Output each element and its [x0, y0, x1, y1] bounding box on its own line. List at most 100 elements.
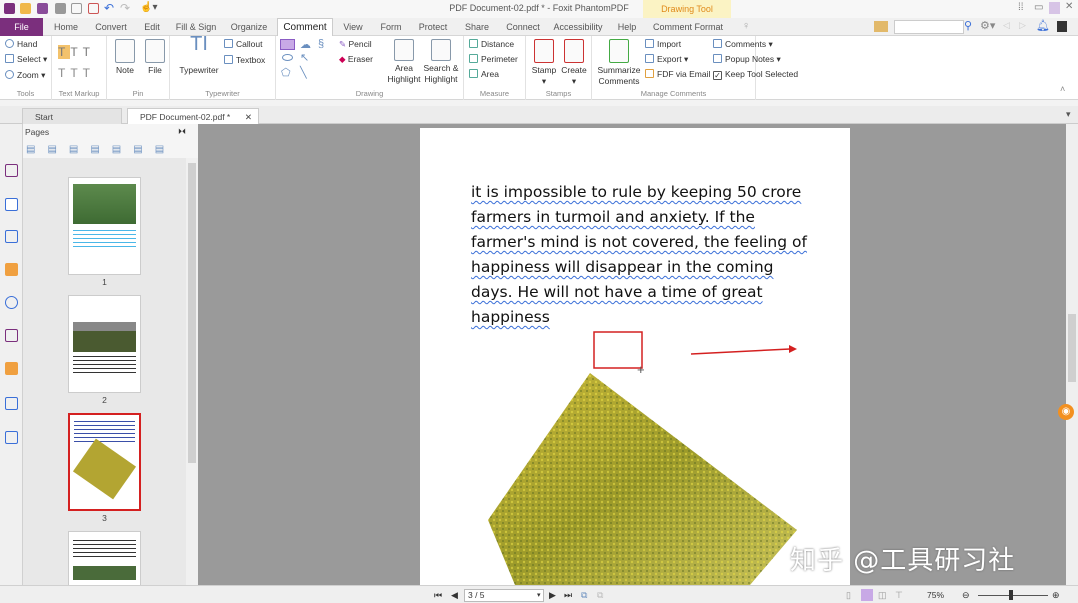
tab-help[interactable]: Help — [612, 18, 642, 36]
close-tab-icon[interactable]: ✕ — [245, 109, 252, 125]
page-tools-toolbar[interactable]: ▤▤▤▤▤▤▤ — [26, 144, 176, 155]
page-thumbnail-3-selected[interactable] — [68, 413, 141, 511]
select-button[interactable]: Select ▾ — [5, 54, 47, 65]
next-page-button[interactable]: ▶ — [549, 590, 556, 601]
zoom-in-button[interactable]: ⊕ — [1052, 590, 1060, 601]
tab-view[interactable]: View — [338, 18, 368, 36]
tab-pdf-document[interactable]: PDF Document-02.pdf * ✕ — [127, 108, 259, 124]
security-lock-icon[interactable] — [5, 362, 18, 375]
tab-home[interactable]: Home — [48, 18, 84, 36]
tab-share[interactable]: Share — [459, 18, 495, 36]
user-icon[interactable] — [1057, 21, 1067, 32]
polyline-tool-icon[interactable]: § — [318, 38, 324, 50]
content-icon[interactable] — [5, 397, 18, 410]
export-button[interactable]: Export ▾ — [645, 54, 688, 65]
tab-file[interactable]: File — [0, 18, 43, 36]
polygon-tool-icon[interactable]: ⬠ — [281, 66, 291, 79]
area-button[interactable]: Area — [469, 69, 499, 79]
search-input[interactable] — [894, 20, 964, 34]
textbox-button[interactable]: Textbox — [224, 55, 265, 65]
find-folder-icon[interactable] — [874, 21, 888, 32]
comments-dropdown[interactable]: Comments ▾ — [713, 39, 773, 50]
zoom-slider[interactable] — [978, 595, 1048, 596]
page-thumbnail-1[interactable] — [68, 177, 141, 275]
tab-comment[interactable]: Comment — [277, 18, 333, 36]
tab-connect[interactable]: Connect — [501, 18, 545, 36]
back-icon[interactable]: ◁ — [1003, 20, 1010, 31]
collapse-ribbon-icon[interactable]: ˄ — [1060, 84, 1065, 94]
last-page-button[interactable]: ⏭ — [564, 590, 572, 601]
zoom-slider-handle[interactable] — [1009, 590, 1013, 600]
tab-form[interactable]: Form — [374, 18, 408, 36]
typewriter-button[interactable]: TI Typewriter — [176, 34, 222, 76]
fdf-email-button[interactable]: FDF via Email — [645, 69, 710, 79]
attachments-icon[interactable] — [5, 296, 18, 309]
tab-comment-format[interactable]: Comment Format — [648, 18, 728, 36]
line-tool-icon[interactable]: ╲ — [300, 66, 307, 79]
popup-notes-dropdown[interactable]: Popup Notes ▾ — [713, 54, 781, 65]
lightbulb-icon[interactable]: ♀ — [742, 20, 750, 32]
first-page-button[interactable]: ⏮ — [434, 590, 442, 601]
rectangle-tool-icon[interactable] — [280, 39, 295, 50]
search-highlight-button[interactable]: Search & Highlight — [421, 39, 461, 85]
tab-edit[interactable]: Edit — [138, 18, 166, 36]
note-button[interactable]: Note — [113, 39, 137, 76]
tab-protect[interactable]: Protect — [413, 18, 453, 36]
previous-view-icon[interactable]: ⧉ — [581, 590, 587, 601]
page-dropdown-icon[interactable]: ▾ — [537, 591, 541, 599]
tab-convert[interactable]: Convert — [90, 18, 132, 36]
distance-button[interactable]: Distance — [469, 39, 514, 49]
signatures-icon[interactable] — [5, 329, 18, 342]
viewer-scrollbar[interactable]: ◉ — [1058, 124, 1078, 585]
rectangle-annotation[interactable] — [593, 331, 643, 369]
zoom-out-button[interactable]: ⊖ — [962, 590, 970, 601]
zoom-level[interactable]: 75% — [927, 590, 944, 600]
summarize-comments-button[interactable]: Summarize Comments — [596, 39, 642, 87]
zoom-button[interactable]: Zoom ▾ — [5, 70, 45, 81]
comments-panel-icon[interactable] — [5, 263, 18, 276]
perimeter-button[interactable]: Perimeter — [469, 54, 518, 64]
pencil-button[interactable]: ✎ Pencil — [339, 39, 372, 50]
notification-icon[interactable]: 🔔︎ — [1036, 19, 1050, 32]
tab-organize[interactable]: Organize — [226, 18, 272, 36]
callout-button[interactable]: Callout — [224, 39, 262, 49]
arrow-annotation[interactable] — [690, 348, 791, 355]
eraser-button[interactable]: ◆ Eraser — [339, 54, 373, 65]
squiggly-replace-insert-icons[interactable]: TTT — [58, 66, 95, 80]
continuous-page-icon[interactable] — [861, 589, 873, 601]
file-button[interactable]: File — [143, 39, 167, 76]
import-button[interactable]: Import — [645, 39, 681, 49]
tab-start[interactable]: Start — [22, 108, 122, 124]
close-icon[interactable]: ✕ — [1065, 1, 1073, 12]
next-view-icon[interactable]: ⧉ — [597, 590, 603, 601]
settings-icon[interactable]: ⚙▾ — [980, 19, 995, 32]
assistant-bubble-icon[interactable]: ◉ — [1058, 404, 1074, 420]
stamp-button[interactable]: Stamp ▾ — [530, 39, 558, 87]
oval-tool-icon[interactable] — [282, 54, 293, 61]
forward-icon[interactable]: ▷ — [1019, 20, 1026, 31]
facing-pages-icon[interactable]: ◫ — [878, 590, 887, 601]
highlight-strike-underline-icons[interactable]: TTT — [58, 45, 95, 59]
keep-tool-selected-checkbox[interactable]: ✓ Keep Tool Selected — [713, 69, 798, 80]
cloud-tool-icon[interactable]: ☁︎ — [300, 38, 311, 51]
layout-icon[interactable]: ⁞⁞ — [1018, 2, 1024, 13]
thumbnail-scrollbar[interactable] — [186, 158, 198, 585]
pages-icon[interactable] — [5, 198, 18, 211]
layers-icon[interactable] — [5, 230, 18, 243]
tab-list-icon[interactable]: ▾ — [1066, 109, 1071, 120]
page-thumbnail-4[interactable] — [68, 531, 141, 585]
hand-button[interactable]: Hand — [5, 39, 37, 49]
create-stamp-button[interactable]: Create ▾ — [560, 39, 588, 87]
tab-accessibility[interactable]: Accessibility — [552, 18, 604, 36]
arrow-tool-icon[interactable]: ↖ — [300, 51, 309, 64]
tags-icon[interactable] — [5, 431, 18, 444]
previous-page-button[interactable]: ◀ — [451, 590, 458, 601]
panel-options-icon[interactable]: ⏵⏴ — [178, 127, 186, 137]
restore-icon[interactable] — [1049, 2, 1060, 14]
page-number-input[interactable]: 3 / 5 — [464, 589, 544, 602]
single-page-icon[interactable]: ▯ — [846, 590, 851, 601]
area-highlight-button[interactable]: Area Highlight — [386, 39, 422, 85]
bookmarks-icon[interactable] — [5, 164, 18, 177]
scrollbar-thumb[interactable] — [1068, 314, 1076, 382]
search-icon[interactable]: ⚲ — [964, 19, 972, 32]
